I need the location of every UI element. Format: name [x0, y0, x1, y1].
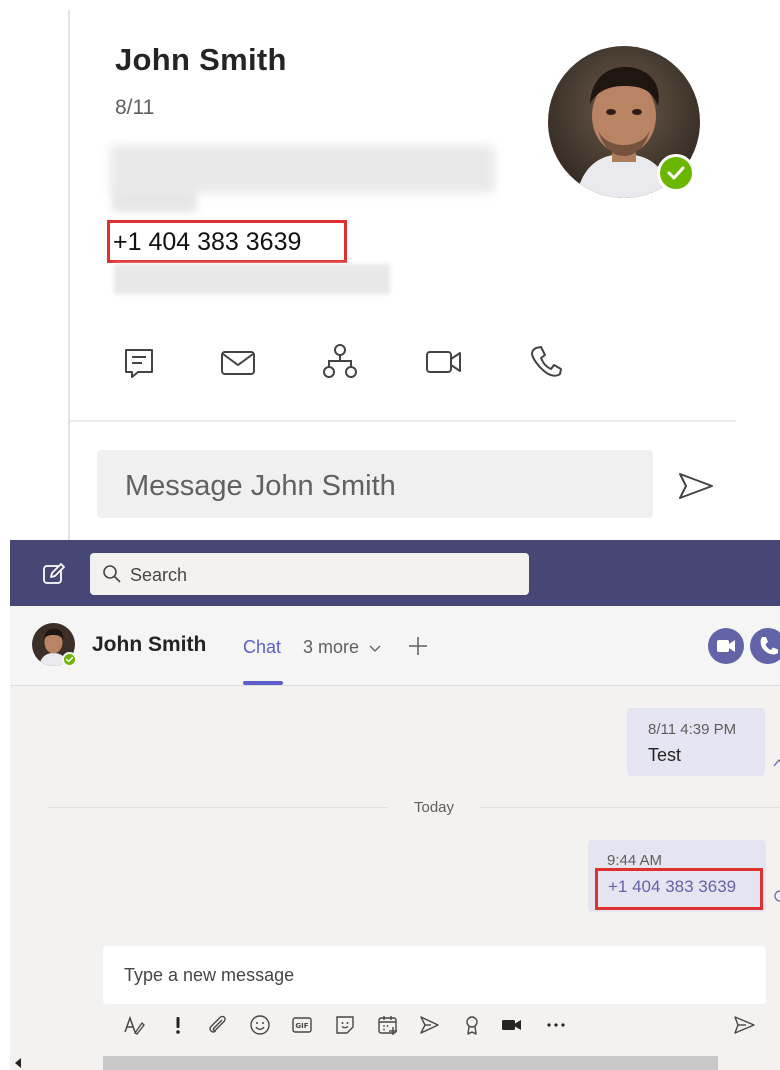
compose-toolbar: GIF: [10, 1010, 780, 1040]
redacted-info: [112, 188, 197, 212]
title-bar: Search: [10, 540, 780, 606]
add-tab-icon[interactable]: [407, 635, 429, 657]
emoji-icon[interactable]: [248, 1013, 272, 1037]
contact-phone[interactable]: +1 404 383 3639: [113, 228, 301, 257]
message-bubble[interactable]: 8/11 4:39 PM Test: [627, 708, 765, 776]
tab-chat[interactable]: Chat: [243, 637, 281, 658]
contact-card: John Smith 8/11 +1 404 383 3639 Message …: [0, 0, 780, 540]
praise-icon[interactable]: [460, 1013, 484, 1037]
message-timestamp: 9:44 AM: [607, 852, 663, 869]
read-receipt-icon: [773, 758, 780, 768]
card-message-input[interactable]: Message John Smith: [97, 450, 653, 518]
date-divider-line: [48, 807, 388, 808]
chevron-down-icon[interactable]: [368, 644, 382, 654]
search-icon: [102, 564, 122, 584]
contact-name: John Smith: [115, 42, 287, 77]
format-icon[interactable]: [122, 1013, 146, 1037]
presence-available-icon: [62, 652, 77, 667]
card-divider-vertical: [68, 10, 70, 540]
priority-icon[interactable]: [166, 1013, 190, 1037]
chat-header: John Smith Chat 3 more: [10, 606, 780, 686]
message-timestamp: 8/11 4:39 PM: [648, 721, 737, 738]
presence-available-icon: [657, 154, 695, 192]
search-input[interactable]: Search: [90, 553, 529, 595]
video-call-icon[interactable]: [708, 628, 744, 664]
search-placeholder: Search: [130, 565, 188, 585]
contact-date: 8/11: [115, 96, 155, 119]
audio-call-icon[interactable]: [750, 628, 780, 664]
stream-icon[interactable]: [417, 1013, 441, 1037]
sticker-icon[interactable]: [333, 1013, 357, 1037]
org-chart-icon[interactable]: [320, 342, 360, 382]
contact-actions: [0, 342, 780, 382]
sent-status-icon: [774, 890, 780, 902]
card-divider-horizontal: [70, 420, 736, 422]
active-tab-indicator: [243, 681, 283, 685]
redacted-info: [110, 145, 495, 193]
svg-text:GIF: GIF: [295, 1022, 308, 1030]
phone-highlight-box: [595, 868, 763, 910]
attach-icon[interactable]: [206, 1013, 230, 1037]
horizontal-scrollbar[interactable]: [103, 1056, 718, 1070]
send-icon[interactable]: [732, 1013, 756, 1037]
meet-now-icon[interactable]: [500, 1013, 524, 1037]
compose-message-input[interactable]: Type a new message: [103, 946, 766, 1004]
date-divider-label: Today: [414, 799, 455, 816]
mail-icon[interactable]: [218, 342, 258, 382]
chat-icon[interactable]: [120, 342, 160, 382]
schedule-meeting-icon[interactable]: [376, 1013, 400, 1037]
scroll-left-arrow-icon[interactable]: [14, 1058, 22, 1068]
send-icon[interactable]: [676, 468, 716, 504]
video-call-icon[interactable]: [424, 342, 464, 382]
card-message-placeholder: Message John Smith: [125, 470, 396, 502]
chat-contact-name: John Smith: [92, 633, 207, 656]
compose-placeholder: Type a new message: [124, 965, 295, 985]
teams-window: Search John Smith Chat 3 more 8/11 4:39 …: [10, 540, 780, 1070]
phone-icon[interactable]: [526, 342, 566, 382]
redacted-info: [114, 264, 390, 294]
message-text: Test: [648, 745, 682, 765]
date-divider-line: [480, 807, 780, 808]
new-chat-icon[interactable]: [42, 562, 66, 586]
more-options-icon[interactable]: [544, 1013, 568, 1037]
gif-icon[interactable]: GIF: [290, 1013, 314, 1037]
tab-more[interactable]: 3 more: [303, 637, 359, 658]
